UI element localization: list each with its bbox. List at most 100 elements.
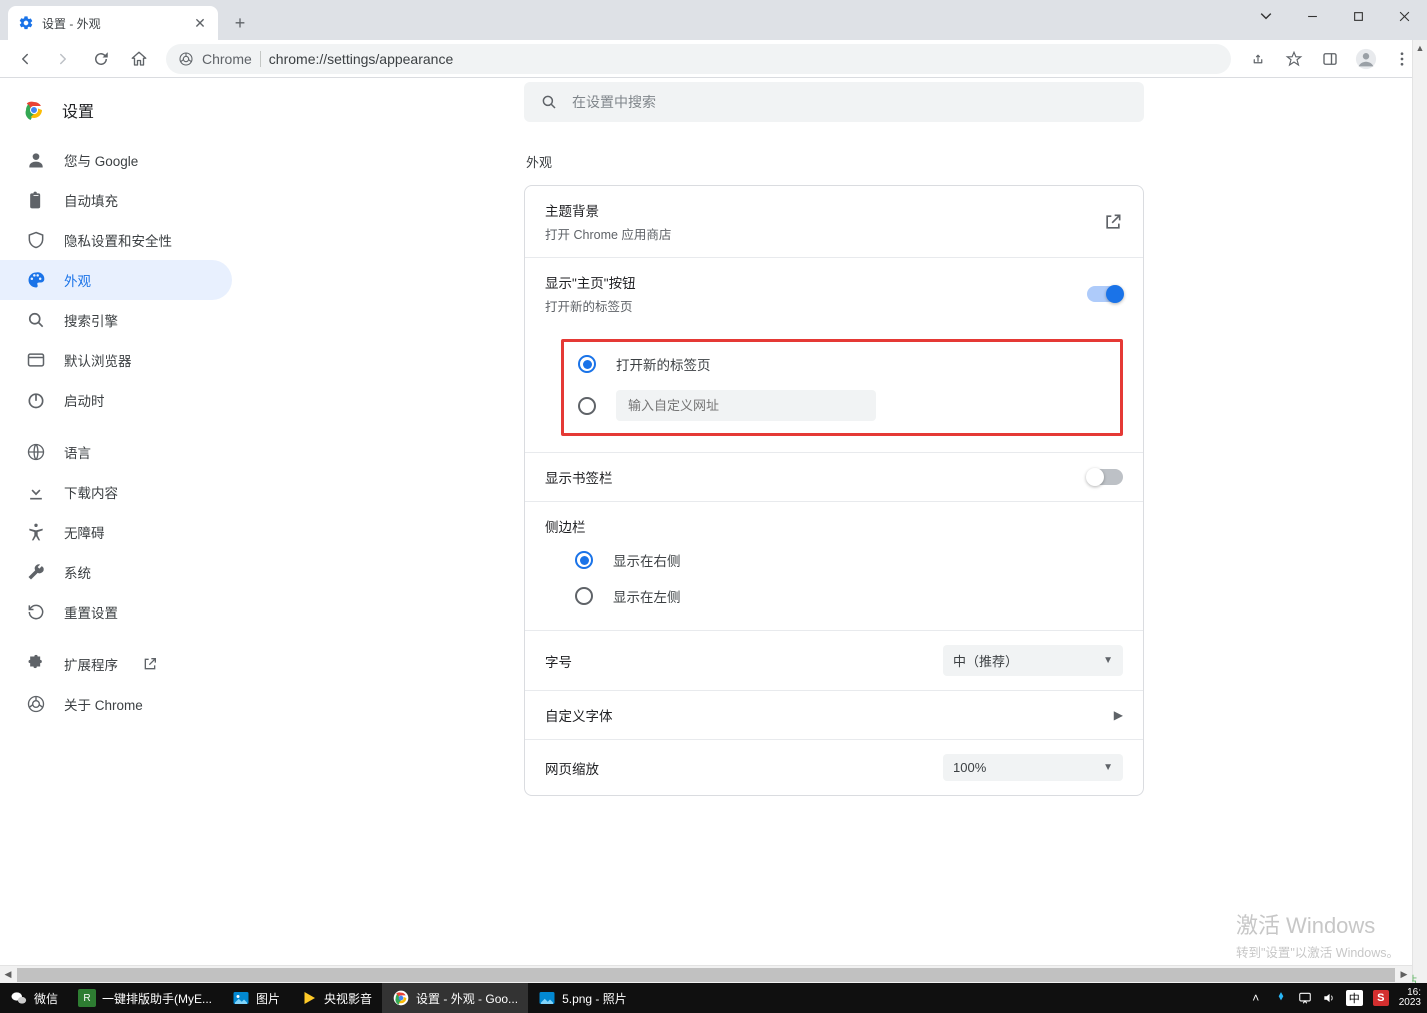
radio-newtab[interactable] <box>578 355 596 373</box>
sidebar-item-label: 自动填充 <box>64 190 118 210</box>
share-icon[interactable] <box>1241 44 1275 74</box>
sidebar-item-appearance[interactable]: 外观 <box>0 260 232 300</box>
settings-brand: 设置 <box>0 90 256 140</box>
section-title: 外观 <box>526 152 1146 171</box>
tray-overflow-icon[interactable]: ˄ <box>1248 991 1264 1005</box>
ime-indicator[interactable]: 中 <box>1346 990 1363 1006</box>
radio-label: 打开新的标签页 <box>616 354 711 374</box>
taskbar-item-photos[interactable]: 图片 <box>222 983 290 1013</box>
taskbar-label: 设置 - 外观 - Goo... <box>416 990 518 1007</box>
chevron-down-icon: ▼ <box>1103 762 1113 773</box>
omnibox-url: chrome://settings/appearance <box>269 51 453 67</box>
taskbar-item-cctv[interactable]: 央视影音 <box>290 983 382 1013</box>
address-bar[interactable]: Chrome chrome://settings/appearance <box>166 44 1231 74</box>
omnibox-provider: Chrome <box>202 51 252 67</box>
row-sublabel: 打开新的标签页 <box>545 296 1087 315</box>
radio-show-right[interactable] <box>575 551 593 569</box>
window-vertical-scrollbar[interactable]: ▲ ▼ <box>1412 40 1427 995</box>
annotation-highlight: 打开新的标签页 <box>561 339 1123 436</box>
row-theme[interactable]: 主题背景 打开 Chrome 应用商店 <box>525 186 1143 258</box>
radio-row-show-right[interactable]: 显示在右侧 <box>575 542 1123 578</box>
shield-icon <box>26 230 46 250</box>
appearance-card: 主题背景 打开 Chrome 应用商店 显示"主页"按钮 打开新的标签页 打开新… <box>524 185 1144 796</box>
sidebar-item-default-browser[interactable]: 默认浏览器 <box>0 340 232 380</box>
wrench-icon <box>26 562 46 582</box>
power-icon <box>26 390 46 410</box>
clock[interactable]: 16: 2023 <box>1399 988 1421 1008</box>
radio-row-show-left[interactable]: 显示在左侧 <box>575 578 1123 614</box>
image-icon <box>538 989 556 1007</box>
minimize-button[interactable] <box>1289 0 1335 32</box>
forward-button[interactable] <box>46 44 80 74</box>
scroll-track[interactable] <box>1413 56 1427 979</box>
sidebar-item-system[interactable]: 系统 <box>0 552 232 592</box>
reload-button[interactable] <box>84 44 118 74</box>
back-button[interactable] <box>8 44 42 74</box>
search-icon <box>540 93 558 111</box>
close-icon[interactable]: ✕ <box>192 15 208 31</box>
sidebar-item-label: 无障碍 <box>64 522 105 542</box>
scroll-up-arrow-icon[interactable]: ▲ <box>1413 40 1427 56</box>
chrome-icon <box>392 989 410 1007</box>
maximize-button[interactable] <box>1335 0 1381 32</box>
bookmarks-bar-toggle[interactable] <box>1087 469 1123 485</box>
sidebar-item-label: 启动时 <box>64 390 105 410</box>
taskbar-item-chrome[interactable]: 设置 - 外观 - Goo... <box>382 983 528 1013</box>
settings-search[interactable]: 在设置中搜索 <box>524 82 1144 122</box>
sidebar-item-label: 语言 <box>64 442 91 462</box>
row-label: 主题背景 <box>545 200 1103 220</box>
settings-main: 在设置中搜索 外观 主题背景 打开 Chrome 应用商店 显示"主页"按钮 打… <box>256 78 1412 948</box>
sidebar-item-label: 下载内容 <box>64 482 118 502</box>
scroll-thumb[interactable] <box>17 968 1395 982</box>
window-horizontal-scrollbar[interactable]: ◀ ▶ <box>0 965 1412 983</box>
taskbar-item-wechat[interactable]: 微信 <box>0 983 68 1013</box>
sidebar-item-privacy[interactable]: 隐私设置和安全性 <box>0 220 232 260</box>
taskbar-item-typeset[interactable]: R 一键排版助手(MyE... <box>68 983 222 1013</box>
profile-avatar[interactable] <box>1349 44 1383 74</box>
sidebar-item-extensions[interactable]: 扩展程序 <box>0 644 232 684</box>
sidebar-item-label: 默认浏览器 <box>64 350 132 370</box>
radio-row-custom-url[interactable] <box>578 382 1080 429</box>
row-bookmarks-bar: 显示书签栏 <box>525 453 1143 502</box>
custom-url-input[interactable] <box>616 390 876 421</box>
tray-app-icon[interactable] <box>1274 991 1288 1005</box>
browser-tab-active[interactable]: 设置 - 外观 ✕ <box>8 6 218 40</box>
omnibox-separator <box>260 51 261 67</box>
sidebar-item-on-startup[interactable]: 启动时 <box>0 380 232 420</box>
sidebar-item-you-and-google[interactable]: 您与 Google <box>0 140 232 180</box>
sidebar-item-downloads[interactable]: 下载内容 <box>0 472 232 512</box>
font-size-dropdown[interactable]: 中（推荐） ▼ <box>943 645 1123 676</box>
scroll-left-arrow-icon[interactable]: ◀ <box>0 969 16 980</box>
sidebar-item-accessibility[interactable]: 无障碍 <box>0 512 232 552</box>
sogou-ime-icon[interactable]: S <box>1373 990 1389 1006</box>
taskbar-item-photo-file[interactable]: 5.png - 照片 <box>528 983 637 1013</box>
home-button[interactable] <box>122 44 156 74</box>
side-panel-icon[interactable] <box>1313 44 1347 74</box>
download-icon <box>26 482 46 502</box>
sidebar-item-languages[interactable]: 语言 <box>0 432 232 472</box>
window-close-button[interactable] <box>1381 0 1427 32</box>
settings-sidebar: 设置 您与 Google 自动填充 隐私设置和安全性 外观 搜索引擎 默认浏览器 <box>0 78 256 995</box>
volume-icon[interactable] <box>1322 991 1336 1005</box>
caret-down-icon[interactable] <box>1243 0 1289 32</box>
row-custom-fonts[interactable]: 自定义字体 ▶ <box>525 691 1143 740</box>
photos-icon <box>232 989 250 1007</box>
row-label: 侧边栏 <box>545 516 1123 536</box>
page-zoom-dropdown[interactable]: 100% ▼ <box>943 754 1123 781</box>
sidebar-item-label: 您与 Google <box>64 150 138 170</box>
settings-title: 设置 <box>62 98 94 122</box>
radio-custom-url[interactable] <box>578 397 596 415</box>
new-tab-button[interactable]: + <box>226 9 254 37</box>
sidebar-item-about[interactable]: 关于 Chrome <box>0 684 232 724</box>
sidebar-item-autofill[interactable]: 自动填充 <box>0 180 232 220</box>
radio-row-newtab[interactable]: 打开新的标签页 <box>578 346 1080 382</box>
home-button-toggle[interactable] <box>1087 286 1123 302</box>
radio-show-left[interactable] <box>575 587 593 605</box>
sidebar-item-reset[interactable]: 重置设置 <box>0 592 232 632</box>
scroll-right-arrow-icon[interactable]: ▶ <box>1396 969 1412 980</box>
chrome-outline-icon <box>26 694 46 714</box>
sidebar-item-search-engine[interactable]: 搜索引擎 <box>0 300 232 340</box>
bookmark-star-icon[interactable] <box>1277 44 1311 74</box>
windows-activation-watermark: 激活 Windows 转到"设置"以激活 Windows。 <box>1236 908 1399 961</box>
action-center-icon[interactable] <box>1298 991 1312 1005</box>
